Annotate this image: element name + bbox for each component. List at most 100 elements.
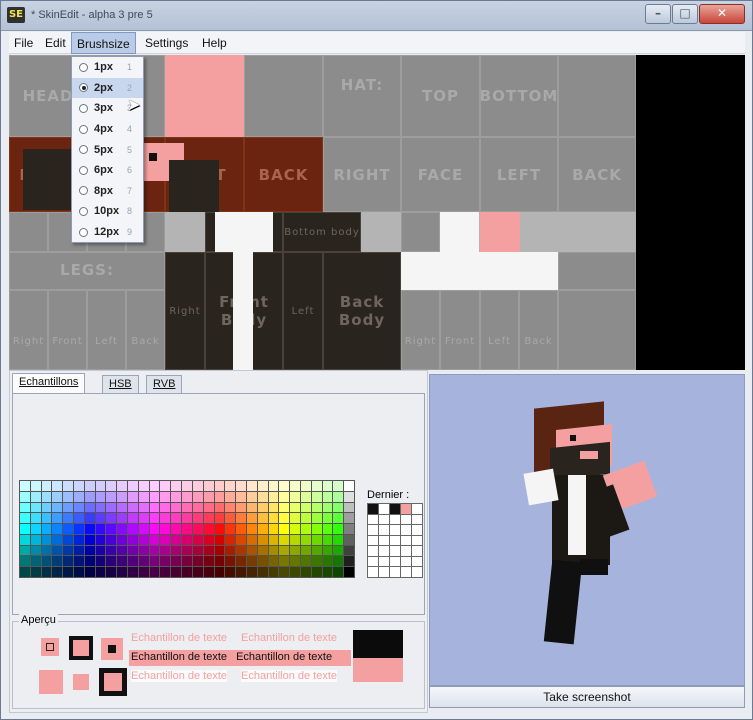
palette-swatch[interactable] (300, 567, 311, 577)
tab-rvb[interactable]: RVB (146, 375, 183, 393)
palette-swatch[interactable] (30, 534, 41, 545)
palette-swatch[interactable] (236, 491, 246, 502)
palette-swatch[interactable] (30, 502, 41, 513)
palette-swatch[interactable] (160, 513, 171, 524)
palette-swatch[interactable] (333, 513, 344, 524)
close-button[interactable]: ✕ (699, 4, 745, 24)
palette-swatch[interactable] (246, 567, 257, 577)
palette-swatch[interactable] (300, 491, 311, 502)
palette-swatch[interactable] (182, 545, 192, 556)
palette-swatch[interactable] (236, 556, 246, 567)
palette-swatch[interactable] (311, 545, 322, 556)
palette-swatch[interactable] (344, 481, 354, 491)
palette-swatch[interactable] (52, 491, 63, 502)
hat-bottom-cell[interactable]: BOTTOM (480, 55, 558, 137)
brush-item-5px[interactable]: 5px 5 (72, 139, 143, 160)
palette-swatch[interactable] (322, 513, 333, 524)
body-back-cell[interactable]: Back Body (323, 252, 401, 370)
recent-swatch[interactable] (368, 556, 378, 567)
palette-swatch[interactable] (203, 534, 214, 545)
palette-swatch[interactable] (117, 524, 128, 534)
palette-swatch[interactable] (279, 556, 290, 567)
palette-swatch[interactable] (52, 567, 63, 577)
arm-top-cell[interactable] (401, 212, 440, 252)
palette-swatch[interactable] (311, 567, 322, 577)
palette-swatch[interactable] (138, 556, 149, 567)
palette-swatch[interactable] (128, 534, 138, 545)
brush-item-6px[interactable]: 6px 6 (72, 160, 143, 181)
palette-swatch[interactable] (203, 513, 214, 524)
palette-swatch[interactable] (41, 556, 52, 567)
arm-right-cell[interactable]: Right (401, 290, 440, 370)
palette-swatch[interactable] (192, 545, 203, 556)
recent-swatch[interactable] (379, 546, 389, 556)
palette-swatch[interactable] (290, 524, 300, 534)
palette-swatch[interactable] (41, 481, 52, 491)
palette-swatch[interactable] (192, 534, 203, 545)
palette-swatch[interactable] (63, 491, 74, 502)
palette-swatch[interactable] (138, 545, 149, 556)
palette-swatch[interactable] (20, 556, 30, 567)
palette-swatch[interactable] (84, 513, 95, 524)
body-bottom-cell[interactable]: Bottom body (283, 212, 361, 252)
palette-swatch[interactable] (290, 502, 300, 513)
palette-swatch[interactable] (257, 567, 268, 577)
palette-swatch[interactable] (160, 545, 171, 556)
palette-swatch[interactable] (95, 534, 106, 545)
palette-swatch[interactable] (138, 491, 149, 502)
palette-swatch[interactable] (203, 481, 214, 491)
palette-swatch[interactable] (117, 481, 128, 491)
recent-swatch[interactable] (379, 535, 389, 546)
palette-swatch[interactable] (225, 513, 236, 524)
palette-swatch[interactable] (333, 545, 344, 556)
palette-swatch[interactable] (322, 502, 333, 513)
palette-swatch[interactable] (30, 481, 41, 491)
palette-swatch[interactable] (236, 534, 246, 545)
brush-item-12px[interactable]: 12px 9 (72, 222, 143, 243)
recent-swatch[interactable] (368, 546, 378, 556)
palette-swatch[interactable] (74, 567, 84, 577)
palette-swatch[interactable] (268, 524, 279, 534)
palette-swatch[interactable] (149, 534, 160, 545)
palette-swatch[interactable] (20, 481, 30, 491)
palette-swatch[interactable] (95, 502, 106, 513)
palette-swatch[interactable] (290, 556, 300, 567)
brush-item-8px[interactable]: 8px 7 (72, 181, 143, 202)
palette-swatch[interactable] (106, 545, 117, 556)
palette-swatch[interactable] (160, 534, 171, 545)
palette-swatch[interactable] (20, 502, 30, 513)
palette-swatch[interactable] (74, 556, 84, 567)
palette-swatch[interactable] (214, 567, 225, 577)
palette-swatch[interactable] (246, 556, 257, 567)
palette-swatch[interactable] (214, 502, 225, 513)
recent-swatch[interactable] (390, 504, 400, 514)
palette-swatch[interactable] (333, 534, 344, 545)
palette-swatch[interactable] (74, 513, 84, 524)
palette-swatch[interactable] (290, 567, 300, 577)
menu-help[interactable]: Help (197, 32, 232, 54)
palette-swatch[interactable] (20, 567, 30, 577)
palette-swatch[interactable] (311, 491, 322, 502)
recent-swatch[interactable] (401, 535, 411, 546)
palette-swatch[interactable] (322, 481, 333, 491)
palette-swatch[interactable] (20, 524, 30, 534)
palette-swatch[interactable] (214, 534, 225, 545)
recent-swatch[interactable] (401, 546, 411, 556)
palette-swatch[interactable] (311, 524, 322, 534)
hat-left-cell[interactable]: LEFT (480, 137, 558, 212)
palette-swatch[interactable] (84, 545, 95, 556)
palette-swatch[interactable] (246, 513, 257, 524)
palette-swatch[interactable] (63, 502, 74, 513)
palette-swatch[interactable] (214, 545, 225, 556)
palette-swatch[interactable] (257, 524, 268, 534)
palette-swatch[interactable] (149, 491, 160, 502)
palette-swatch[interactable] (322, 545, 333, 556)
palette-swatch[interactable] (203, 545, 214, 556)
palette-swatch[interactable] (63, 534, 74, 545)
recent-swatch[interactable] (401, 567, 411, 577)
hat-right-cell[interactable]: RIGHT (323, 137, 401, 212)
palette-swatch[interactable] (257, 481, 268, 491)
palette-swatch[interactable] (52, 524, 63, 534)
palette-swatch[interactable] (311, 481, 322, 491)
palette-swatch[interactable] (344, 491, 354, 502)
